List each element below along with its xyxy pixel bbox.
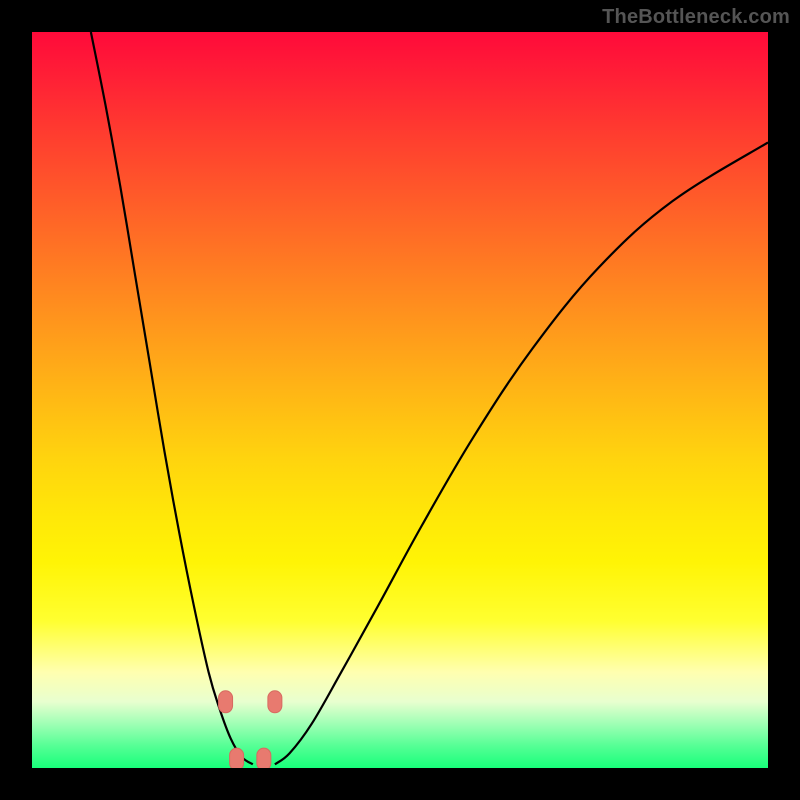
data-marker: [268, 691, 282, 713]
marker-group: [219, 691, 282, 768]
curve-layer: [32, 32, 768, 768]
data-marker: [230, 748, 244, 768]
plot-area: [32, 32, 768, 768]
data-marker: [257, 748, 271, 768]
curve-right-branch: [275, 142, 768, 764]
chart-frame: TheBottleneck.com: [0, 0, 800, 800]
curve-left-branch: [91, 32, 253, 764]
data-marker: [219, 691, 233, 713]
watermark-text: TheBottleneck.com: [602, 6, 790, 29]
